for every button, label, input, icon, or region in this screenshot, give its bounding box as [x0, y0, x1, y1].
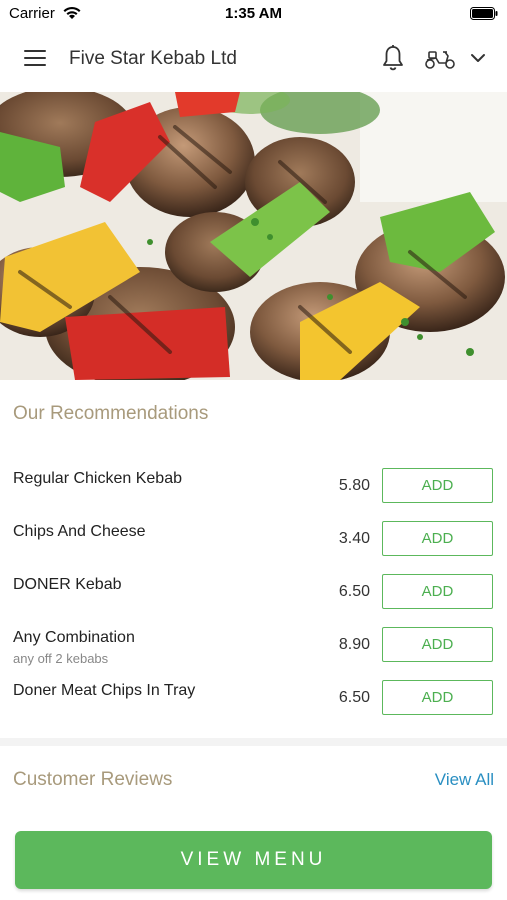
list-item: DONER Kebab 6.50 ADD	[0, 564, 507, 617]
item-note: any off 2 kebabs	[13, 651, 109, 666]
app-header: Five Star Kebab Ltd	[0, 28, 507, 92]
bell-icon[interactable]	[381, 44, 405, 72]
item-name: Doner Meat Chips In Tray	[13, 682, 196, 699]
list-item: Chips And Cheese 3.40 ADD	[0, 511, 507, 564]
item-price: 6.50	[338, 583, 370, 600]
add-button[interactable]: ADD	[382, 574, 493, 609]
recommendations-heading: Our Recommendations	[13, 403, 209, 424]
list-item: Doner Meat Chips In Tray 6.50 ADD	[0, 670, 507, 723]
item-price: 3.40	[338, 530, 370, 547]
view-all-reviews-link[interactable]: View All	[435, 770, 494, 790]
item-price: 5.80	[338, 477, 370, 494]
view-menu-button[interactable]: VIEW MENU	[15, 831, 492, 889]
hamburger-menu-icon[interactable]	[24, 50, 46, 68]
item-name: Chips And Cheese	[13, 523, 146, 540]
item-price: 8.90	[338, 636, 370, 653]
add-button[interactable]: ADD	[382, 468, 493, 503]
clock: 1:35 AM	[225, 5, 282, 22]
scooter-icon[interactable]	[424, 48, 456, 70]
list-item: Any Combination any off 2 kebabs 8.90 AD…	[0, 617, 507, 670]
add-button[interactable]: ADD	[382, 521, 493, 556]
status-bar: Carrier 1:35 AM	[0, 0, 507, 28]
add-button[interactable]: ADD	[382, 680, 493, 715]
reviews-heading: Customer Reviews	[13, 769, 173, 790]
item-name: Any Combination	[13, 629, 135, 646]
item-name: DONER Kebab	[13, 576, 122, 593]
battery-icon	[470, 7, 498, 20]
item-name: Regular Chicken Kebab	[13, 470, 182, 487]
restaurant-title: Five Star Kebab Ltd	[69, 48, 237, 69]
section-divider	[0, 738, 507, 746]
recommendations-list: Regular Chicken Kebab 5.80 ADD Chips And…	[0, 458, 507, 723]
item-price: 6.50	[338, 689, 370, 706]
hero-food-image	[0, 92, 507, 380]
add-button[interactable]: ADD	[382, 627, 493, 662]
list-item: Regular Chicken Kebab 5.80 ADD	[0, 458, 507, 511]
chevron-down-icon[interactable]	[470, 52, 486, 64]
